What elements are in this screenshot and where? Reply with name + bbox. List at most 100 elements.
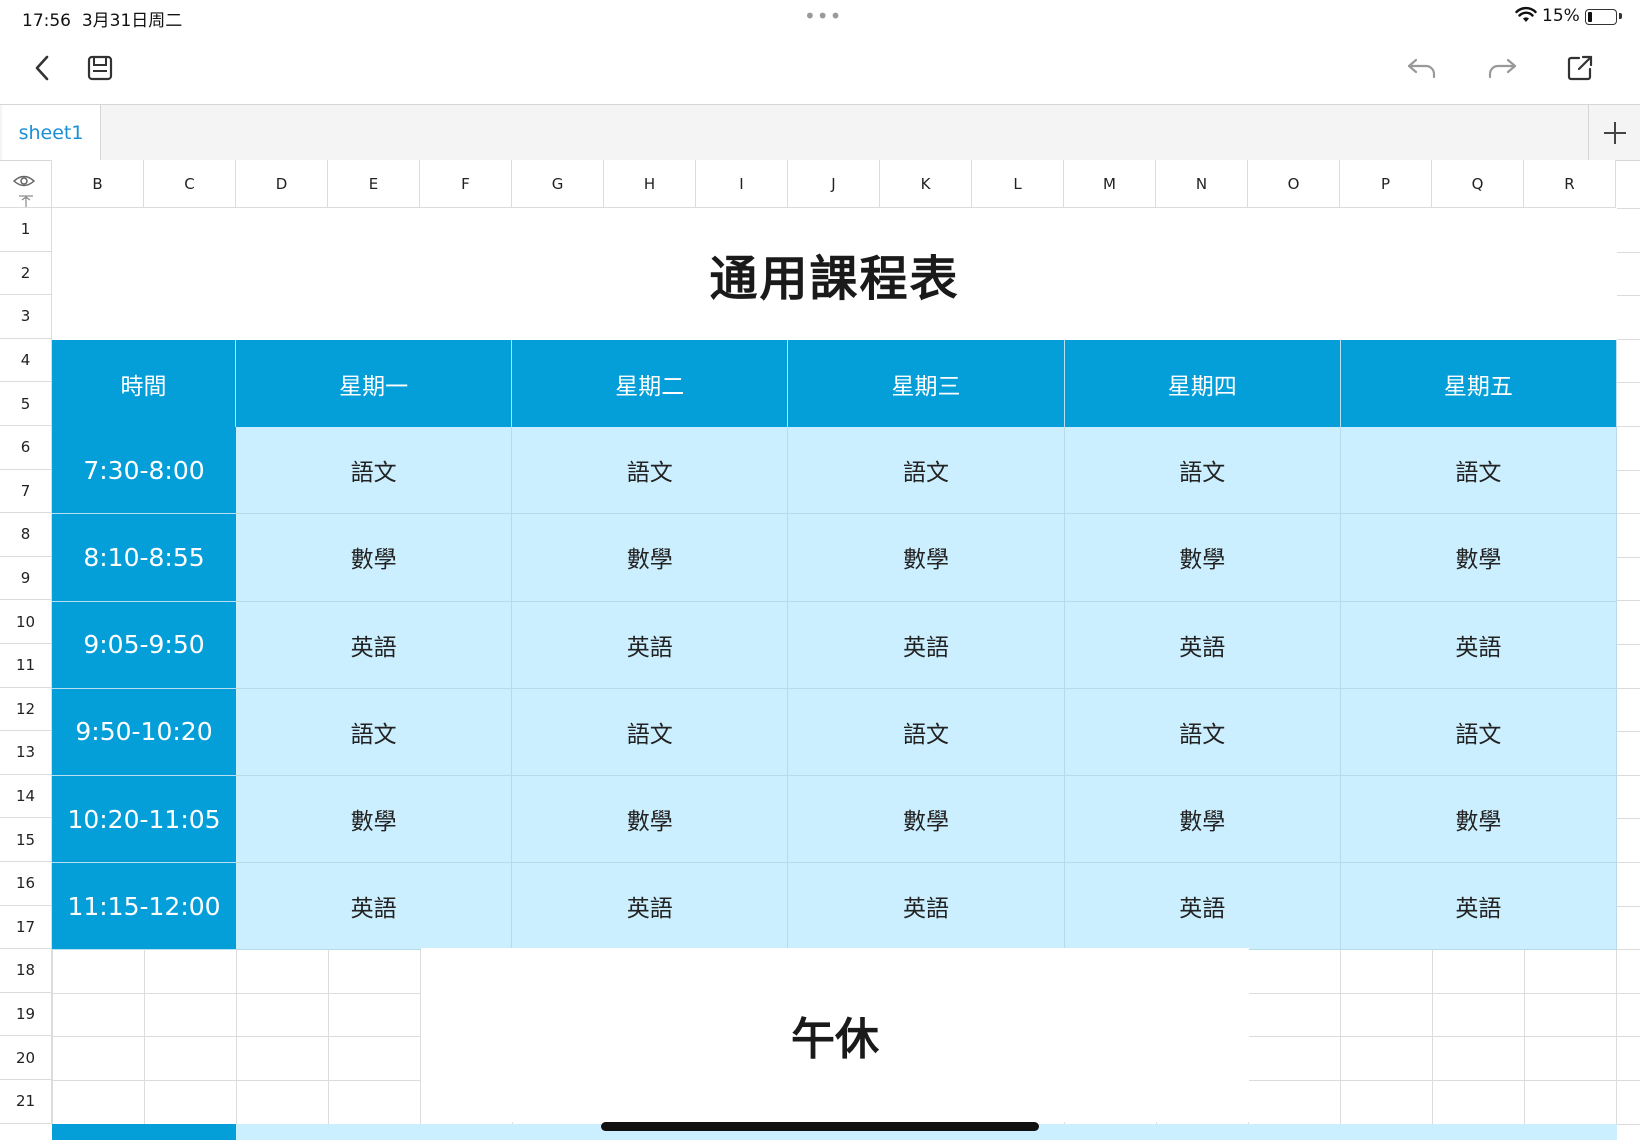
battery-level bbox=[1588, 12, 1592, 22]
save-button[interactable] bbox=[78, 46, 122, 90]
column-header-B[interactable]: B bbox=[52, 160, 144, 208]
subject-cell[interactable]: 數學 bbox=[512, 514, 789, 602]
subject-cell[interactable]: 數學 bbox=[1340, 776, 1617, 864]
column-header-N[interactable]: N bbox=[1156, 160, 1248, 208]
subject-cell[interactable]: 英語 bbox=[236, 863, 513, 951]
subject-cell[interactable]: 英語 bbox=[1340, 863, 1617, 951]
column-header-Q[interactable]: Q bbox=[1432, 160, 1524, 208]
row-header-8[interactable]: 8 bbox=[0, 513, 52, 557]
row-header-3[interactable]: 3 bbox=[0, 295, 52, 339]
column-header-R[interactable]: R bbox=[1524, 160, 1616, 208]
row-header-10[interactable]: 10 bbox=[0, 600, 52, 644]
row-header-17[interactable]: 17 bbox=[0, 905, 52, 950]
subject-cell[interactable]: 數學 bbox=[1340, 514, 1617, 602]
subject-cell[interactable]: 語文 bbox=[1064, 427, 1341, 515]
add-sheet-button[interactable] bbox=[1588, 105, 1640, 160]
subject-cell[interactable]: 語文 bbox=[236, 688, 513, 776]
row-header-19[interactable]: 19 bbox=[0, 992, 52, 1037]
subject-cell[interactable]: 數學 bbox=[788, 514, 1065, 602]
share-button[interactable] bbox=[1558, 46, 1602, 90]
status-time: 17:56 3月31日周二 bbox=[22, 11, 183, 31]
time-slot-cell[interactable]: 7:30-8:00 bbox=[52, 427, 236, 515]
header-day-cell[interactable]: 星期一 bbox=[236, 340, 513, 428]
subject-cell[interactable]: 數學 bbox=[1064, 514, 1341, 602]
back-button[interactable] bbox=[20, 46, 64, 90]
row-header-14[interactable]: 14 bbox=[0, 774, 52, 819]
share-icon bbox=[1567, 55, 1593, 81]
column-header-H[interactable]: H bbox=[604, 160, 696, 208]
subject-cell[interactable]: 英語 bbox=[512, 601, 789, 689]
column-header-K[interactable]: K bbox=[880, 160, 972, 208]
subject-cell[interactable]: 語文 bbox=[1340, 688, 1617, 776]
subject-cell[interactable]: 語文 bbox=[788, 427, 1065, 515]
time-slot-cell[interactable]: 9:05-9:50 bbox=[52, 601, 236, 689]
column-header-P[interactable]: P bbox=[1340, 160, 1432, 208]
header-day-cell[interactable]: 星期四 bbox=[1064, 340, 1341, 428]
header-day-cell[interactable]: 星期五 bbox=[1340, 340, 1617, 428]
battery-nub bbox=[1619, 13, 1622, 19]
row-header-5[interactable]: 5 bbox=[0, 382, 52, 426]
column-header-J[interactable]: J bbox=[788, 160, 880, 208]
column-header-C[interactable]: C bbox=[144, 160, 236, 208]
header-day-cell[interactable]: 星期二 bbox=[512, 340, 789, 428]
subject-cell[interactable]: 英語 bbox=[236, 601, 513, 689]
subject-cell[interactable]: 英語 bbox=[1064, 863, 1341, 951]
row-header-13[interactable]: 13 bbox=[0, 731, 52, 775]
row-header-18[interactable]: 18 bbox=[0, 949, 52, 993]
tab-sheet1[interactable]: sheet1 bbox=[2, 105, 101, 160]
row-header-9[interactable]: 9 bbox=[0, 556, 52, 601]
header-time-cell[interactable]: 時間 bbox=[52, 340, 236, 428]
row-header-6[interactable]: 6 bbox=[0, 426, 52, 470]
column-header-D[interactable]: D bbox=[236, 160, 328, 208]
header-day-cell[interactable]: 星期三 bbox=[788, 340, 1065, 428]
column-header-E[interactable]: E bbox=[328, 160, 420, 208]
subject-cell[interactable]: 語文 bbox=[512, 427, 789, 515]
subject-cell[interactable]: 語文 bbox=[236, 427, 513, 515]
column-header-L[interactable]: L bbox=[972, 160, 1064, 208]
subject-cell[interactable]: 語文 bbox=[1064, 688, 1341, 776]
row-header-7[interactable]: 7 bbox=[0, 469, 52, 514]
freeze-rows-icon[interactable] bbox=[18, 195, 34, 207]
row-header-20[interactable]: 20 bbox=[0, 1036, 52, 1080]
time-slot-cell[interactable]: 8:10-8:55 bbox=[52, 514, 236, 602]
time-slot-cell[interactable]: 10:20-11:05 bbox=[52, 776, 236, 864]
schedule-title-cell[interactable]: 通用課程表 bbox=[52, 208, 1617, 340]
redo-icon bbox=[1488, 58, 1517, 79]
time-slot-cell[interactable]: 9:50-10:20 bbox=[52, 688, 236, 776]
column-header-I[interactable]: I bbox=[696, 160, 788, 208]
lunch-break-cell[interactable]: 午休 bbox=[421, 948, 1249, 1122]
subject-cell[interactable]: 數學 bbox=[236, 776, 513, 864]
column-header-F[interactable]: F bbox=[420, 160, 512, 208]
grid-corner[interactable] bbox=[0, 160, 52, 208]
row-header-12[interactable]: 12 bbox=[0, 687, 52, 732]
subject-cell[interactable]: 數學 bbox=[788, 776, 1065, 864]
subject-cell[interactable]: 英語 bbox=[1340, 601, 1617, 689]
undo-button[interactable] bbox=[1400, 46, 1444, 90]
subject-cell[interactable]: 數學 bbox=[236, 514, 513, 602]
row-header-2[interactable]: 2 bbox=[0, 251, 52, 296]
subject-cell[interactable]: 數學 bbox=[512, 776, 789, 864]
subject-cell[interactable]: 語文 bbox=[1340, 427, 1617, 515]
subject-cell[interactable]: 語文 bbox=[788, 688, 1065, 776]
subject-cell[interactable]: 英語 bbox=[1064, 601, 1341, 689]
subject-cell[interactable]: 英語 bbox=[788, 863, 1065, 951]
row-header-15[interactable]: 15 bbox=[0, 818, 52, 862]
subject-cell[interactable]: 英語 bbox=[788, 601, 1065, 689]
more-dots-icon[interactable]: ••• bbox=[804, 4, 842, 28]
subject-cell[interactable]: 語文 bbox=[512, 688, 789, 776]
column-header-O[interactable]: O bbox=[1248, 160, 1340, 208]
row-header-1[interactable]: 1 bbox=[0, 208, 52, 252]
column-header-M[interactable]: M bbox=[1064, 160, 1156, 208]
redo-button[interactable] bbox=[1480, 46, 1524, 90]
subject-cell[interactable]: 英語 bbox=[512, 863, 789, 951]
row-header-21[interactable]: 21 bbox=[0, 1080, 52, 1124]
status-date: 3月31日周二 bbox=[81, 11, 183, 31]
column-header-G[interactable]: G bbox=[512, 160, 604, 208]
row-header-11[interactable]: 11 bbox=[0, 644, 52, 688]
subject-cell[interactable]: 數學 bbox=[1064, 776, 1341, 864]
row-header-4[interactable]: 4 bbox=[0, 338, 52, 383]
row-header-16[interactable]: 16 bbox=[0, 862, 52, 906]
next-row-time-cell[interactable] bbox=[52, 1124, 236, 1140]
time-slot-cell[interactable]: 11:15-12:00 bbox=[52, 863, 236, 951]
eye-icon[interactable] bbox=[13, 174, 35, 188]
